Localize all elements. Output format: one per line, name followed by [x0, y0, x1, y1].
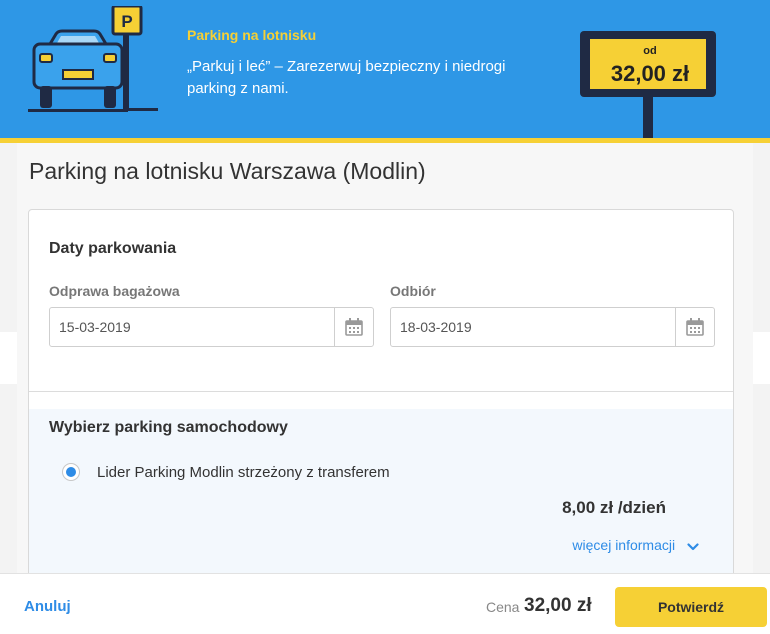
- page-title: Parking na lotnisku Warszawa (Modlin): [29, 158, 426, 184]
- banner-title: Parking na lotnisku: [187, 27, 317, 43]
- more-info-label: więcej informacji: [572, 537, 676, 553]
- total-price-label: Cena: [486, 599, 520, 615]
- pickup-date-field[interactable]: 18-03-2019: [390, 307, 715, 347]
- footer-bar: Anuluj Cena 32,00 zł Potwierdź: [0, 573, 770, 634]
- confirm-button[interactable]: Potwierdź: [615, 587, 767, 627]
- dates-section-title: Daty parkowania: [49, 240, 177, 257]
- booking-card: Daty parkowania Odprawa bagażowa 15-03-2…: [28, 209, 734, 589]
- price-sign-amount: 32,00 zł: [610, 61, 690, 86]
- dropoff-date-value[interactable]: 15-03-2019: [59, 319, 131, 335]
- parking-option-radio[interactable]: [62, 463, 80, 481]
- price-sign-prefix: od: [643, 45, 657, 57]
- banner-description: „Parkuj i leć” – Zarezerwuj bezpieczny i…: [187, 58, 506, 97]
- dropoff-calendar-button[interactable]: [334, 308, 373, 346]
- parking-option-price: 8,00 zł /dzień: [562, 498, 666, 517]
- dropoff-date-field[interactable]: 15-03-2019: [49, 307, 374, 347]
- more-info-link[interactable]: więcej informacji: [572, 537, 699, 553]
- calendar-icon: [686, 318, 704, 336]
- calendar-icon: [345, 318, 363, 336]
- pickup-calendar-button[interactable]: [675, 308, 714, 346]
- parking-section-title: Wybierz parking samochodowy: [49, 419, 288, 436]
- pickup-date-value[interactable]: 18-03-2019: [400, 319, 472, 335]
- total-price-value: 32,00 zł: [524, 595, 592, 616]
- parking-option-label[interactable]: Lider Parking Modlin strzeżony z transfe…: [97, 464, 390, 481]
- left-edge-tab: [0, 332, 17, 384]
- parking-section: Wybierz parking samochodowy Lider Parkin…: [29, 409, 733, 588]
- cancel-link[interactable]: Anuluj: [24, 598, 71, 615]
- section-divider: [29, 391, 733, 392]
- radio-selected-dot: [66, 467, 76, 477]
- right-edge-tab: [753, 332, 770, 384]
- parking-sign-letter: P: [121, 12, 132, 31]
- car-parking-illustration: P: [28, 6, 158, 112]
- pickup-date-label: Odbiór: [390, 283, 436, 299]
- chevron-down-icon: [687, 543, 699, 551]
- promo-banner: P Parking na lotnisku „Parkuj i leć” – Z…: [0, 0, 770, 139]
- dropoff-date-label: Odprawa bagażowa: [49, 283, 180, 299]
